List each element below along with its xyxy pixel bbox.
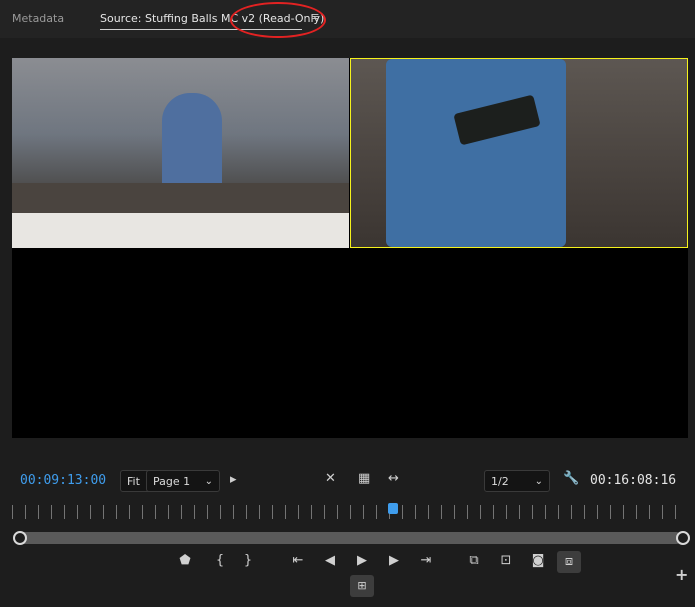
duration-timecode: 00:16:08:16 — [590, 473, 677, 488]
chevron-down-icon: ⌄ — [534, 475, 543, 487]
annotation-circle — [230, 2, 326, 38]
presenter-closeup — [386, 59, 566, 247]
kitchen-counter — [12, 183, 349, 213]
program-viewer[interactable] — [12, 58, 688, 438]
wrench-icon[interactable]: 🔧 — [563, 471, 579, 486]
camera-icon[interactable]: ◙ — [528, 552, 548, 570]
page-dropdown-label: Page 1 — [153, 474, 191, 488]
step-back-icon[interactable]: ◀ — [320, 552, 340, 570]
camera-angle-1[interactable] — [12, 58, 349, 248]
step-forward-icon[interactable]: ▶ — [384, 552, 404, 570]
page-dropdown[interactable]: Page 1 ⌄ — [146, 470, 220, 492]
tab-metadata[interactable]: Metadata — [12, 12, 64, 25]
zoom-handle-right[interactable] — [676, 531, 690, 545]
zoom-handle-left[interactable] — [13, 531, 27, 545]
play-icon[interactable]: ▶ — [352, 552, 372, 570]
film-strip-icon[interactable]: ▦ — [358, 471, 370, 486]
time-ruler[interactable] — [12, 505, 688, 519]
ruler-ticks — [12, 505, 688, 519]
split-audio-icon[interactable]: ↔ — [388, 471, 399, 486]
insert-icon[interactable]: ⧉ — [464, 552, 484, 570]
fit-dropdown-label: Fit — [127, 474, 140, 488]
mark-out-icon[interactable]: } — [238, 552, 258, 570]
next-page-icon[interactable]: ▸ — [230, 472, 237, 487]
go-to-in-icon[interactable]: ⇤ — [288, 552, 308, 570]
multicam-view-icon[interactable]: ⊞ — [350, 575, 374, 597]
go-to-out-icon[interactable]: ⇥ — [416, 552, 436, 570]
resolution-label: 1/2 — [491, 474, 509, 488]
playhead[interactable] — [388, 503, 398, 514]
current-timecode[interactable]: 00:09:13:00 — [20, 473, 106, 488]
overwrite-icon[interactable]: ⊡ — [496, 552, 516, 570]
multicam-toggle-button[interactable]: ⧈ — [557, 551, 581, 573]
multicam-icon: ⧈ — [564, 554, 574, 569]
camera-angle-2-active[interactable] — [350, 58, 688, 248]
chevron-down-icon: ⌄ — [204, 475, 213, 487]
mark-in-icon[interactable]: { — [210, 552, 230, 570]
tools-icon[interactable]: ✕ — [325, 471, 336, 486]
resolution-dropdown[interactable]: 1/2 ⌄ — [484, 470, 550, 492]
counter-top — [12, 213, 349, 248]
zoom-scrollbar[interactable] — [18, 532, 682, 544]
plus-icon[interactable]: + — [675, 565, 688, 584]
marker-icon[interactable]: ⬟ — [175, 552, 195, 570]
